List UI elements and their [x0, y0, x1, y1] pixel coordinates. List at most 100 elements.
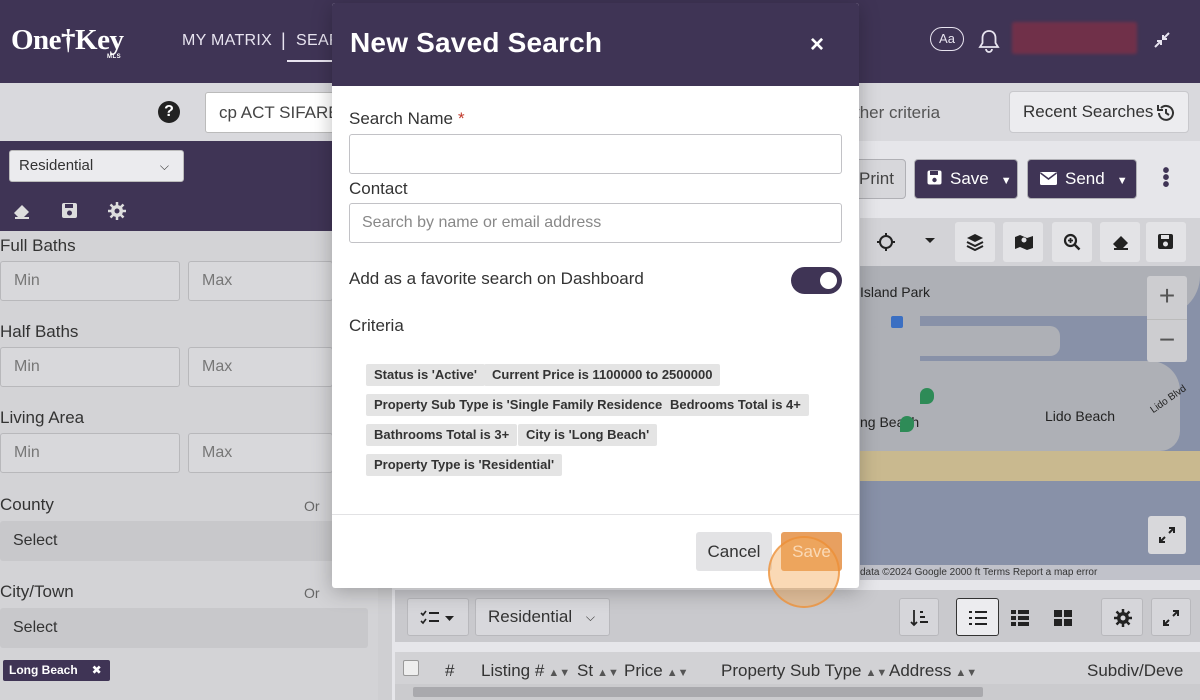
column-subdivision[interactable]: Subdiv/Deve	[1087, 661, 1183, 681]
table-view-button[interactable]	[1000, 598, 1040, 636]
caret-down-icon[interactable]	[912, 222, 952, 262]
chevron-down-icon: ⌵	[159, 159, 169, 173]
collapse-icon[interactable]	[1153, 31, 1171, 54]
select-all-checkbox[interactable]	[403, 660, 419, 676]
chevron-down-icon: ⌵	[585, 610, 595, 624]
favorite-search-label: Add as a favorite search on Dashboard	[349, 269, 644, 288]
map-pin-icon[interactable]	[900, 416, 914, 432]
column-number: #	[445, 661, 455, 680]
zoom-search-icon[interactable]	[1052, 222, 1092, 262]
zoom-out-button[interactable]: −	[1147, 319, 1187, 362]
list-view-button[interactable]	[956, 598, 999, 636]
close-icon[interactable]: ×	[810, 33, 824, 57]
help-icon[interactable]: ?	[158, 101, 180, 123]
map-fullscreen-button[interactable]	[1148, 516, 1186, 554]
text-size-button[interactable]: Aa	[930, 27, 964, 51]
city-town-select[interactable]: Select	[0, 608, 368, 648]
living-area-label: Living Area	[0, 408, 85, 427]
results-settings-button[interactable]	[1101, 598, 1143, 636]
send-dropdown-button[interactable]: Send ▼	[1027, 159, 1137, 199]
full-baths-min-input[interactable]: Min	[0, 261, 180, 301]
criteria-chip: Property Sub Type is 'Single Family Resi…	[366, 394, 674, 416]
living-area-max-input[interactable]: Max	[188, 433, 333, 473]
remove-tag-icon[interactable]: ✖	[92, 663, 102, 677]
search-name-input[interactable]	[349, 134, 842, 174]
column-listing-number[interactable]: Listing # ▲▼	[481, 661, 570, 681]
more-options-icon[interactable]: • • •	[1161, 161, 1171, 195]
zoom-in-button[interactable]: +	[1147, 276, 1187, 319]
criteria-label: Criteria	[349, 316, 404, 335]
full-baths-max-input[interactable]: Max	[188, 261, 333, 301]
map-pin-icon[interactable]	[920, 388, 934, 404]
search-name-label: Search Name *	[349, 109, 465, 128]
nav-active-underline	[287, 60, 332, 62]
table-icon	[1011, 610, 1029, 626]
column-address[interactable]: Address ▲▼	[889, 661, 977, 681]
save-icon	[927, 170, 942, 185]
dialog-title: New Saved Search	[350, 27, 603, 58]
gear-icon[interactable]	[108, 202, 126, 225]
click-indicator	[768, 536, 840, 608]
locate-icon[interactable]	[866, 222, 906, 262]
onekey-logo[interactable]: One†Key MLS	[11, 24, 124, 60]
other-criteria-link[interactable]: ther criteria	[855, 103, 940, 123]
grid-view-button[interactable]	[1043, 598, 1083, 636]
new-saved-search-dialog: New Saved Search × Search Name * Contact …	[332, 3, 859, 588]
transit-icon	[891, 316, 903, 328]
map-label-lido-beach: Lido Beach	[1045, 408, 1116, 424]
city-town-label: City/Town	[0, 582, 74, 601]
user-name-redacted[interactable]	[1012, 22, 1137, 54]
criteria-chip: City is 'Long Beach'	[518, 424, 658, 446]
sort-icon: ▲▼	[597, 667, 619, 679]
recent-searches-button[interactable]: Recent Searches	[1009, 91, 1189, 133]
nav-separator: |	[281, 30, 286, 50]
contact-search-input[interactable]	[349, 203, 842, 243]
map-eraser-icon[interactable]	[1100, 222, 1140, 262]
half-baths-min-input[interactable]: Min	[0, 347, 180, 387]
map-attribution: data ©2024 Google 2000 ft Terms Report a…	[860, 565, 1200, 580]
envelope-icon	[1040, 172, 1057, 185]
sort-button[interactable]	[899, 598, 939, 636]
county-select[interactable]: Select	[0, 521, 368, 561]
save-icon[interactable]	[61, 202, 78, 224]
favorite-search-toggle[interactable]	[791, 267, 842, 294]
map-zoom-control: + −	[1147, 276, 1187, 362]
eraser-icon[interactable]	[12, 202, 32, 225]
required-indicator: *	[457, 109, 465, 128]
print-button[interactable]: Print	[855, 159, 906, 199]
full-baths-label: Full Baths	[0, 236, 76, 255]
gear-icon	[1114, 609, 1132, 627]
cancel-button[interactable]: Cancel	[696, 532, 772, 571]
county-or-toggle[interactable]: Or	[304, 498, 320, 514]
search-criteria-panel: Residential ⌵ Full Baths Min Max Half Ba…	[0, 141, 378, 700]
column-status[interactable]: St ▲▼	[577, 661, 619, 681]
results-horizontal-scrollbar[interactable]	[395, 684, 1200, 700]
bell-icon[interactable]	[978, 29, 1000, 58]
column-property-sub-type[interactable]: Property Sub Type ▲▼	[721, 661, 887, 681]
quick-search-input[interactable]: cp ACT SIFARE	[205, 92, 345, 133]
history-icon	[1157, 104, 1174, 121]
living-area-min-input[interactable]: Min	[0, 433, 180, 473]
property-type-select[interactable]: Residential ⌵	[9, 150, 184, 182]
map-save-icon[interactable]	[1146, 222, 1186, 262]
map-toolbar	[860, 218, 1200, 266]
half-baths-label: Half Baths	[0, 322, 79, 341]
save-dropdown-button[interactable]: Save ▼	[914, 159, 1018, 199]
select-options-button[interactable]	[407, 598, 469, 636]
nav-my-matrix[interactable]: MY MATRIX	[182, 32, 272, 50]
results-expand-button[interactable]	[1151, 598, 1191, 636]
county-label: County	[0, 495, 54, 514]
city-tag-long-beach: Long Beach ✖	[3, 660, 110, 681]
criteria-chip: Bedrooms Total is 4+	[662, 394, 809, 416]
map-draw-icon[interactable]	[1003, 222, 1043, 262]
dialog-header: New Saved Search ×	[332, 3, 859, 86]
results-type-select[interactable]: Residential ⌵	[475, 598, 610, 636]
sort-icon: ▲▼	[955, 667, 978, 679]
layers-icon[interactable]	[955, 222, 995, 262]
criteria-chip: Bathrooms Total is 3+	[366, 424, 518, 446]
sort-icon: ▲▼	[865, 667, 888, 679]
city-or-toggle[interactable]: Or	[304, 585, 320, 601]
column-price[interactable]: Price ▲▼	[624, 661, 689, 681]
dialog-footer-divider	[332, 514, 859, 515]
half-baths-max-input[interactable]: Max	[188, 347, 333, 387]
